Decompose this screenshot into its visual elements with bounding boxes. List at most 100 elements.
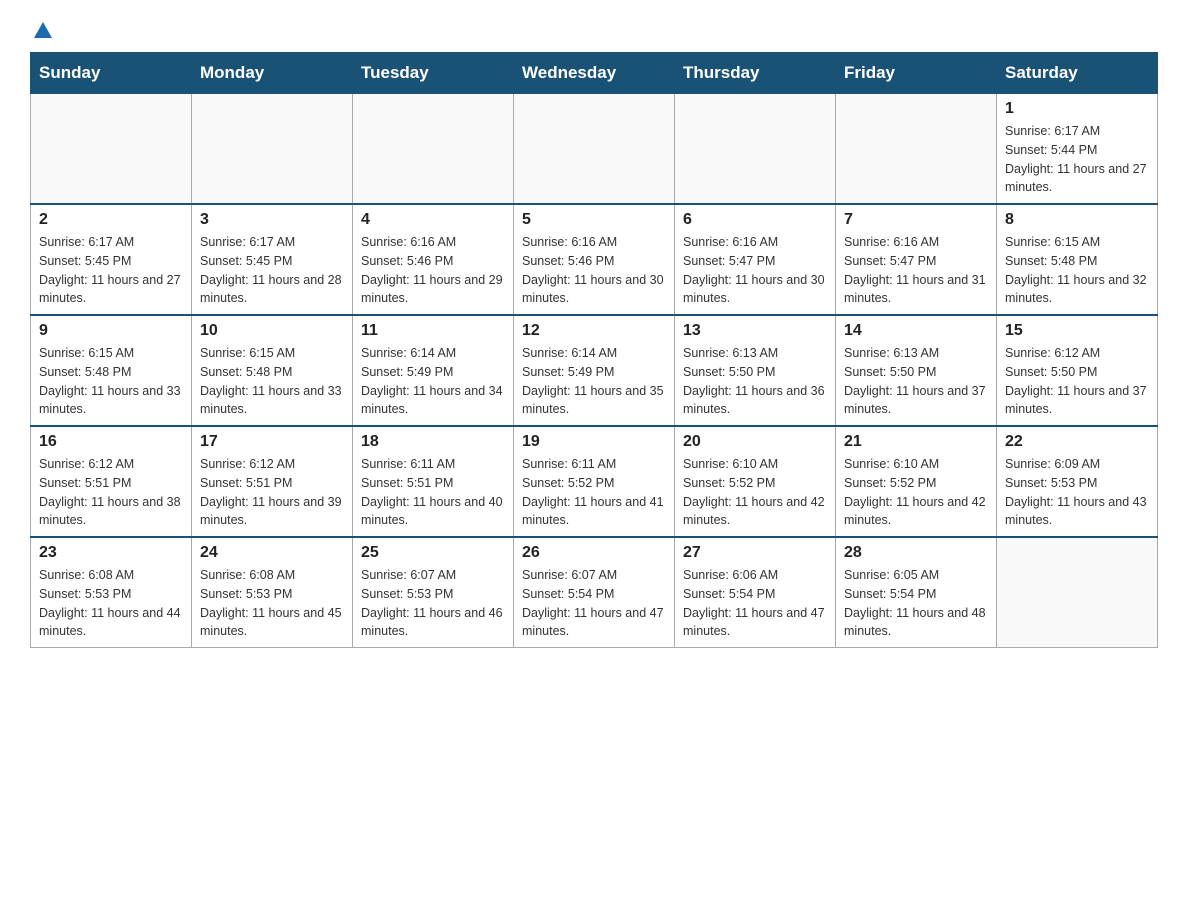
- day-number: 8: [1005, 211, 1149, 229]
- calendar-day: 5 Sunrise: 6:16 AMSunset: 5:46 PMDaylight…: [514, 204, 675, 315]
- day-info: Sunrise: 6:09 AMSunset: 5:53 PMDaylight:…: [1005, 455, 1149, 530]
- day-header-sunday: Sunday: [31, 53, 192, 94]
- logo: [30, 20, 56, 42]
- calendar-day: 7Sunrise: 6:16 AMSunset: 5:47 PMDaylight…: [836, 204, 997, 315]
- day-header-friday: Friday: [836, 53, 997, 94]
- calendar-day: 19 Sunrise: 6:11 AMSunset: 5:52 PMDayligh…: [514, 426, 675, 537]
- calendar-day: [997, 537, 1158, 648]
- day-info: Sunrise: 6:06 AMSunset: 5:54 PMDaylight:…: [683, 566, 827, 641]
- calendar-day: [192, 94, 353, 205]
- day-header-wednesday: Wednesday: [514, 53, 675, 94]
- day-info: Sunrise: 6:07 AMSunset: 5:54 PMDaylight:…: [522, 566, 666, 641]
- calendar-day: 22 Sunrise: 6:09 AMSunset: 5:53 PMDayligh…: [997, 426, 1158, 537]
- calendar-day: 3 Sunrise: 6:17 AMSunset: 5:45 PMDaylight…: [192, 204, 353, 315]
- day-number: 3: [200, 211, 344, 229]
- calendar-day: 20 Sunrise: 6:10 AMSunset: 5:52 PMDayligh…: [675, 426, 836, 537]
- day-number: 17: [200, 433, 344, 451]
- calendar-day: [514, 94, 675, 205]
- day-header-monday: Monday: [192, 53, 353, 94]
- day-info: Sunrise: 6:15 AMSunset: 5:48 PMDaylight:…: [1005, 233, 1149, 308]
- day-number: 10: [200, 322, 344, 340]
- day-info: Sunrise: 6:15 AMSunset: 5:48 PMDaylight:…: [39, 344, 183, 419]
- day-number: 27: [683, 544, 827, 562]
- day-number: 26: [522, 544, 666, 562]
- day-info: Sunrise: 6:14 AMSunset: 5:49 PMDaylight:…: [361, 344, 505, 419]
- day-number: 2: [39, 211, 183, 229]
- day-info: Sunrise: 6:10 AMSunset: 5:52 PMDaylight:…: [683, 455, 827, 530]
- day-number: 4: [361, 211, 505, 229]
- day-number: 28: [844, 544, 988, 562]
- day-number: 24: [200, 544, 344, 562]
- day-info: Sunrise: 6:08 AMSunset: 5:53 PMDaylight:…: [39, 566, 183, 641]
- day-number: 6: [683, 211, 827, 229]
- calendar-day: 9 Sunrise: 6:15 AMSunset: 5:48 PMDaylight…: [31, 315, 192, 426]
- calendar-table: SundayMondayTuesdayWednesdayThursdayFrid…: [30, 52, 1158, 648]
- day-number: 22: [1005, 433, 1149, 451]
- day-header-thursday: Thursday: [675, 53, 836, 94]
- calendar-day: [836, 94, 997, 205]
- day-info: Sunrise: 6:13 AMSunset: 5:50 PMDaylight:…: [683, 344, 827, 419]
- calendar-day: 12 Sunrise: 6:14 AMSunset: 5:49 PMDayligh…: [514, 315, 675, 426]
- calendar-day: 6 Sunrise: 6:16 AMSunset: 5:47 PMDaylight…: [675, 204, 836, 315]
- calendar-day: 18 Sunrise: 6:11 AMSunset: 5:51 PMDayligh…: [353, 426, 514, 537]
- calendar-day: 4 Sunrise: 6:16 AMSunset: 5:46 PMDaylight…: [353, 204, 514, 315]
- week-row-1: 1 Sunrise: 6:17 AMSunset: 5:44 PMDaylight…: [31, 94, 1158, 205]
- day-number: 12: [522, 322, 666, 340]
- calendar-day: 10 Sunrise: 6:15 AMSunset: 5:48 PMDayligh…: [192, 315, 353, 426]
- day-number: 21: [844, 433, 988, 451]
- calendar-day: 16 Sunrise: 6:12 AMSunset: 5:51 PMDayligh…: [31, 426, 192, 537]
- day-number: 1: [1005, 100, 1149, 118]
- day-info: Sunrise: 6:17 AMSunset: 5:45 PMDaylight:…: [39, 233, 183, 308]
- page-header: [30, 20, 1158, 42]
- day-number: 11: [361, 322, 505, 340]
- day-header-saturday: Saturday: [997, 53, 1158, 94]
- week-row-5: 23Sunrise: 6:08 AMSunset: 5:53 PMDayligh…: [31, 537, 1158, 648]
- day-number: 5: [522, 211, 666, 229]
- day-info: Sunrise: 6:12 AMSunset: 5:50 PMDaylight:…: [1005, 344, 1149, 419]
- day-number: 19: [522, 433, 666, 451]
- day-info: Sunrise: 6:16 AMSunset: 5:46 PMDaylight:…: [522, 233, 666, 308]
- day-info: Sunrise: 6:15 AMSunset: 5:48 PMDaylight:…: [200, 344, 344, 419]
- day-number: 25: [361, 544, 505, 562]
- calendar-day: 24 Sunrise: 6:08 AMSunset: 5:53 PMDayligh…: [192, 537, 353, 648]
- calendar-day: [675, 94, 836, 205]
- day-info: Sunrise: 6:16 AMSunset: 5:46 PMDaylight:…: [361, 233, 505, 308]
- day-number: 14: [844, 322, 988, 340]
- day-info: Sunrise: 6:11 AMSunset: 5:51 PMDaylight:…: [361, 455, 505, 530]
- calendar-day: 11 Sunrise: 6:14 AMSunset: 5:49 PMDayligh…: [353, 315, 514, 426]
- day-number: 20: [683, 433, 827, 451]
- day-info: Sunrise: 6:17 AMSunset: 5:44 PMDaylight:…: [1005, 122, 1149, 197]
- day-info: Sunrise: 6:05 AMSunset: 5:54 PMDaylight:…: [844, 566, 988, 641]
- calendar-day: 26 Sunrise: 6:07 AMSunset: 5:54 PMDayligh…: [514, 537, 675, 648]
- calendar-day: 28 Sunrise: 6:05 AMSunset: 5:54 PMDayligh…: [836, 537, 997, 648]
- calendar-day: [31, 94, 192, 205]
- calendar-day: 25 Sunrise: 6:07 AMSunset: 5:53 PMDayligh…: [353, 537, 514, 648]
- day-info: Sunrise: 6:11 AMSunset: 5:52 PMDaylight:…: [522, 455, 666, 530]
- day-info: Sunrise: 6:12 AMSunset: 5:51 PMDaylight:…: [39, 455, 183, 530]
- week-row-3: 9 Sunrise: 6:15 AMSunset: 5:48 PMDaylight…: [31, 315, 1158, 426]
- week-row-2: 2 Sunrise: 6:17 AMSunset: 5:45 PMDaylight…: [31, 204, 1158, 315]
- day-number: 16: [39, 433, 183, 451]
- week-row-4: 16 Sunrise: 6:12 AMSunset: 5:51 PMDayligh…: [31, 426, 1158, 537]
- day-info: Sunrise: 6:07 AMSunset: 5:53 PMDaylight:…: [361, 566, 505, 641]
- day-info: Sunrise: 6:13 AMSunset: 5:50 PMDaylight:…: [844, 344, 988, 419]
- calendar-day: 23Sunrise: 6:08 AMSunset: 5:53 PMDayligh…: [31, 537, 192, 648]
- day-number: 9: [39, 322, 183, 340]
- day-info: Sunrise: 6:10 AMSunset: 5:52 PMDaylight:…: [844, 455, 988, 530]
- day-header-tuesday: Tuesday: [353, 53, 514, 94]
- calendar-day: 21 Sunrise: 6:10 AMSunset: 5:52 PMDayligh…: [836, 426, 997, 537]
- calendar-day: 27 Sunrise: 6:06 AMSunset: 5:54 PMDayligh…: [675, 537, 836, 648]
- calendar-day: 17Sunrise: 6:12 AMSunset: 5:51 PMDayligh…: [192, 426, 353, 537]
- calendar-day: [353, 94, 514, 205]
- day-info: Sunrise: 6:17 AMSunset: 5:45 PMDaylight:…: [200, 233, 344, 308]
- day-number: 13: [683, 322, 827, 340]
- calendar-day: 2 Sunrise: 6:17 AMSunset: 5:45 PMDaylight…: [31, 204, 192, 315]
- day-number: 18: [361, 433, 505, 451]
- calendar-day: 15Sunrise: 6:12 AMSunset: 5:50 PMDayligh…: [997, 315, 1158, 426]
- day-info: Sunrise: 6:14 AMSunset: 5:49 PMDaylight:…: [522, 344, 666, 419]
- calendar-day: 8 Sunrise: 6:15 AMSunset: 5:48 PMDaylight…: [997, 204, 1158, 315]
- day-info: Sunrise: 6:16 AMSunset: 5:47 PMDaylight:…: [683, 233, 827, 308]
- day-info: Sunrise: 6:08 AMSunset: 5:53 PMDaylight:…: [200, 566, 344, 641]
- calendar-day: 1 Sunrise: 6:17 AMSunset: 5:44 PMDaylight…: [997, 94, 1158, 205]
- day-info: Sunrise: 6:16 AMSunset: 5:47 PMDaylight:…: [844, 233, 988, 308]
